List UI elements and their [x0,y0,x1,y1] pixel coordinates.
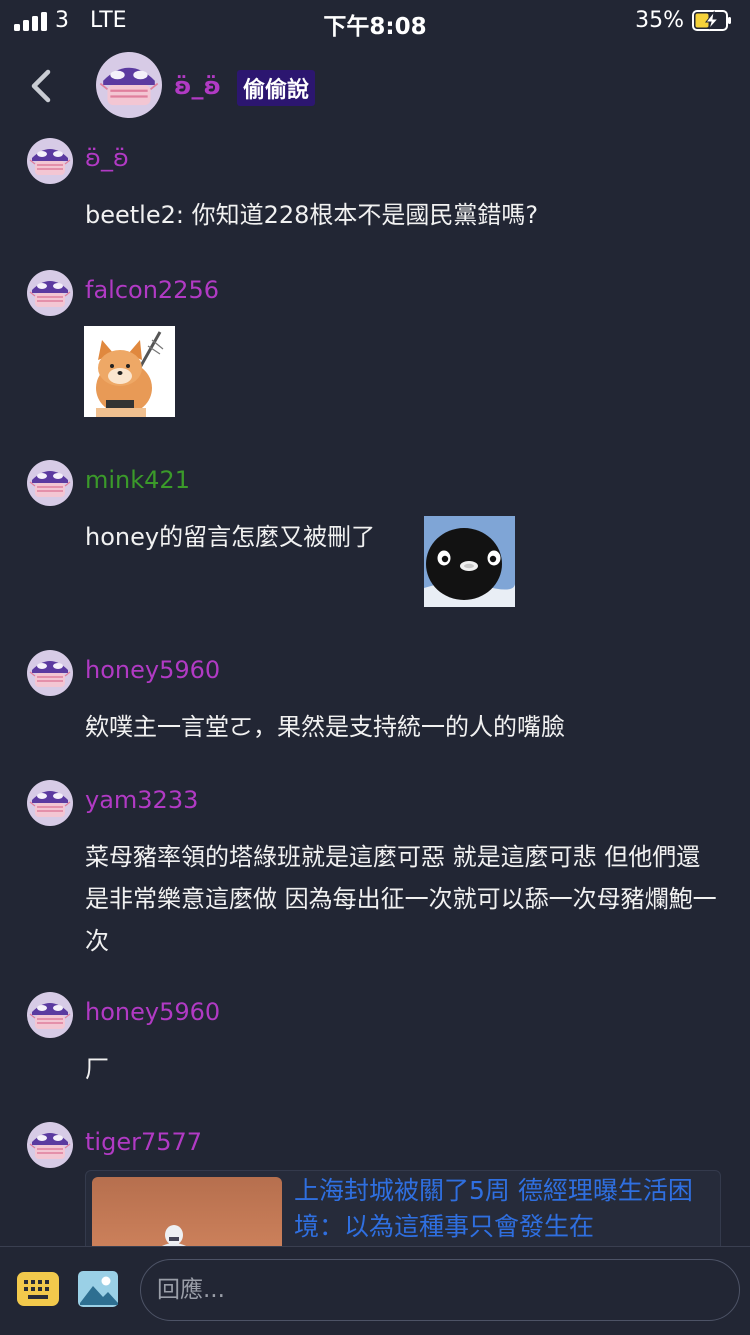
user-avatar[interactable] [27,270,73,316]
user-avatar[interactable] [27,992,73,1038]
username[interactable]: honey5960 [85,998,220,1026]
message-text: 欸噗主一言堂ㄛ，果然是支持統一的人的嘴臉 [85,713,565,741]
response-item: honey5960 欸噗主一言堂ㄛ，果然是支持統一的人的嘴臉 [0,650,750,760]
anonymous-badge: 偷偷說 [237,70,316,106]
link-preview-card[interactable]: 上海封城被關了5周 德經理曝生活困境：以為這種事只會發生在 [85,1170,721,1246]
user-avatar[interactable] [27,1122,73,1168]
user-avatar[interactable] [27,650,73,696]
back-button[interactable] [22,62,62,110]
status-bar: 3 LTE 下午8:08 35% [0,0,750,44]
username[interactable]: yam3233 [85,786,198,814]
conversation-header: ʚ̈_ʚ̈ 偷偷說 [0,44,750,130]
plurk-owner-name[interactable]: ʚ̈_ʚ̈ [174,72,221,100]
battery-charging-icon [692,10,731,31]
username[interactable]: falcon2256 [85,276,219,304]
username[interactable]: tiger7577 [85,1128,202,1156]
response-item: honey5960 厂 [0,992,750,1102]
user-avatar[interactable] [27,138,73,184]
message-text: 菜母豬率領的塔綠班就是這麼可惡 就是這麼可悲 但他們還是非常樂意這麼做 因為每出… [85,843,717,955]
response-list[interactable]: ʚ̈_ʚ̈ beetle2: 你知道228根本不是國民黨錯嗎? falcon22… [0,130,750,1246]
user-avatar[interactable] [27,460,73,506]
username[interactable]: honey5960 [85,656,220,684]
hazmat-worker-image [161,1225,187,1246]
image-icon [78,1271,118,1307]
message-text: beetle2: 你知道228根本不是國民黨錯嗎? [85,201,539,229]
reply-input[interactable] [140,1259,740,1321]
message-text: 厂 [85,1055,109,1083]
emoticon-keyboard-button[interactable] [16,1269,60,1309]
keyboard-icon [17,1272,59,1306]
plurk-owner-avatar[interactable] [96,52,162,118]
username[interactable]: mink421 [85,466,190,494]
user-avatar[interactable] [27,780,73,826]
reply-bar [0,1246,750,1335]
battery-percent: 35% [635,8,684,33]
response-item: falcon2256 [0,270,750,430]
link-thumbnail [92,1177,282,1246]
shiba-dog-sticker[interactable] [84,326,175,417]
username[interactable]: ʚ̈_ʚ̈ [85,144,129,172]
message-text: honey的留言怎麼又被刪了 [85,523,376,551]
link-title[interactable]: 上海封城被關了5周 德經理曝生活困境：以為這種事只會發生在 [294,1173,704,1245]
response-item: tiger7577 上海封城被關了5周 德經理曝生活困境：以為這種事只會發生在 [0,1122,750,1246]
penguin-sticker[interactable] [424,516,515,607]
response-item: yam3233 菜母豬率領的塔綠班就是這麼可惡 就是這麼可悲 但他們還是非常樂意… [0,780,750,970]
response-item: mink421 honey的留言怎麼又被刪了 [0,460,750,620]
response-item: ʚ̈_ʚ̈ beetle2: 你知道228根本不是國民黨錯嗎? [0,138,750,248]
chevron-left-icon [31,69,51,103]
attach-image-button[interactable] [76,1269,120,1309]
